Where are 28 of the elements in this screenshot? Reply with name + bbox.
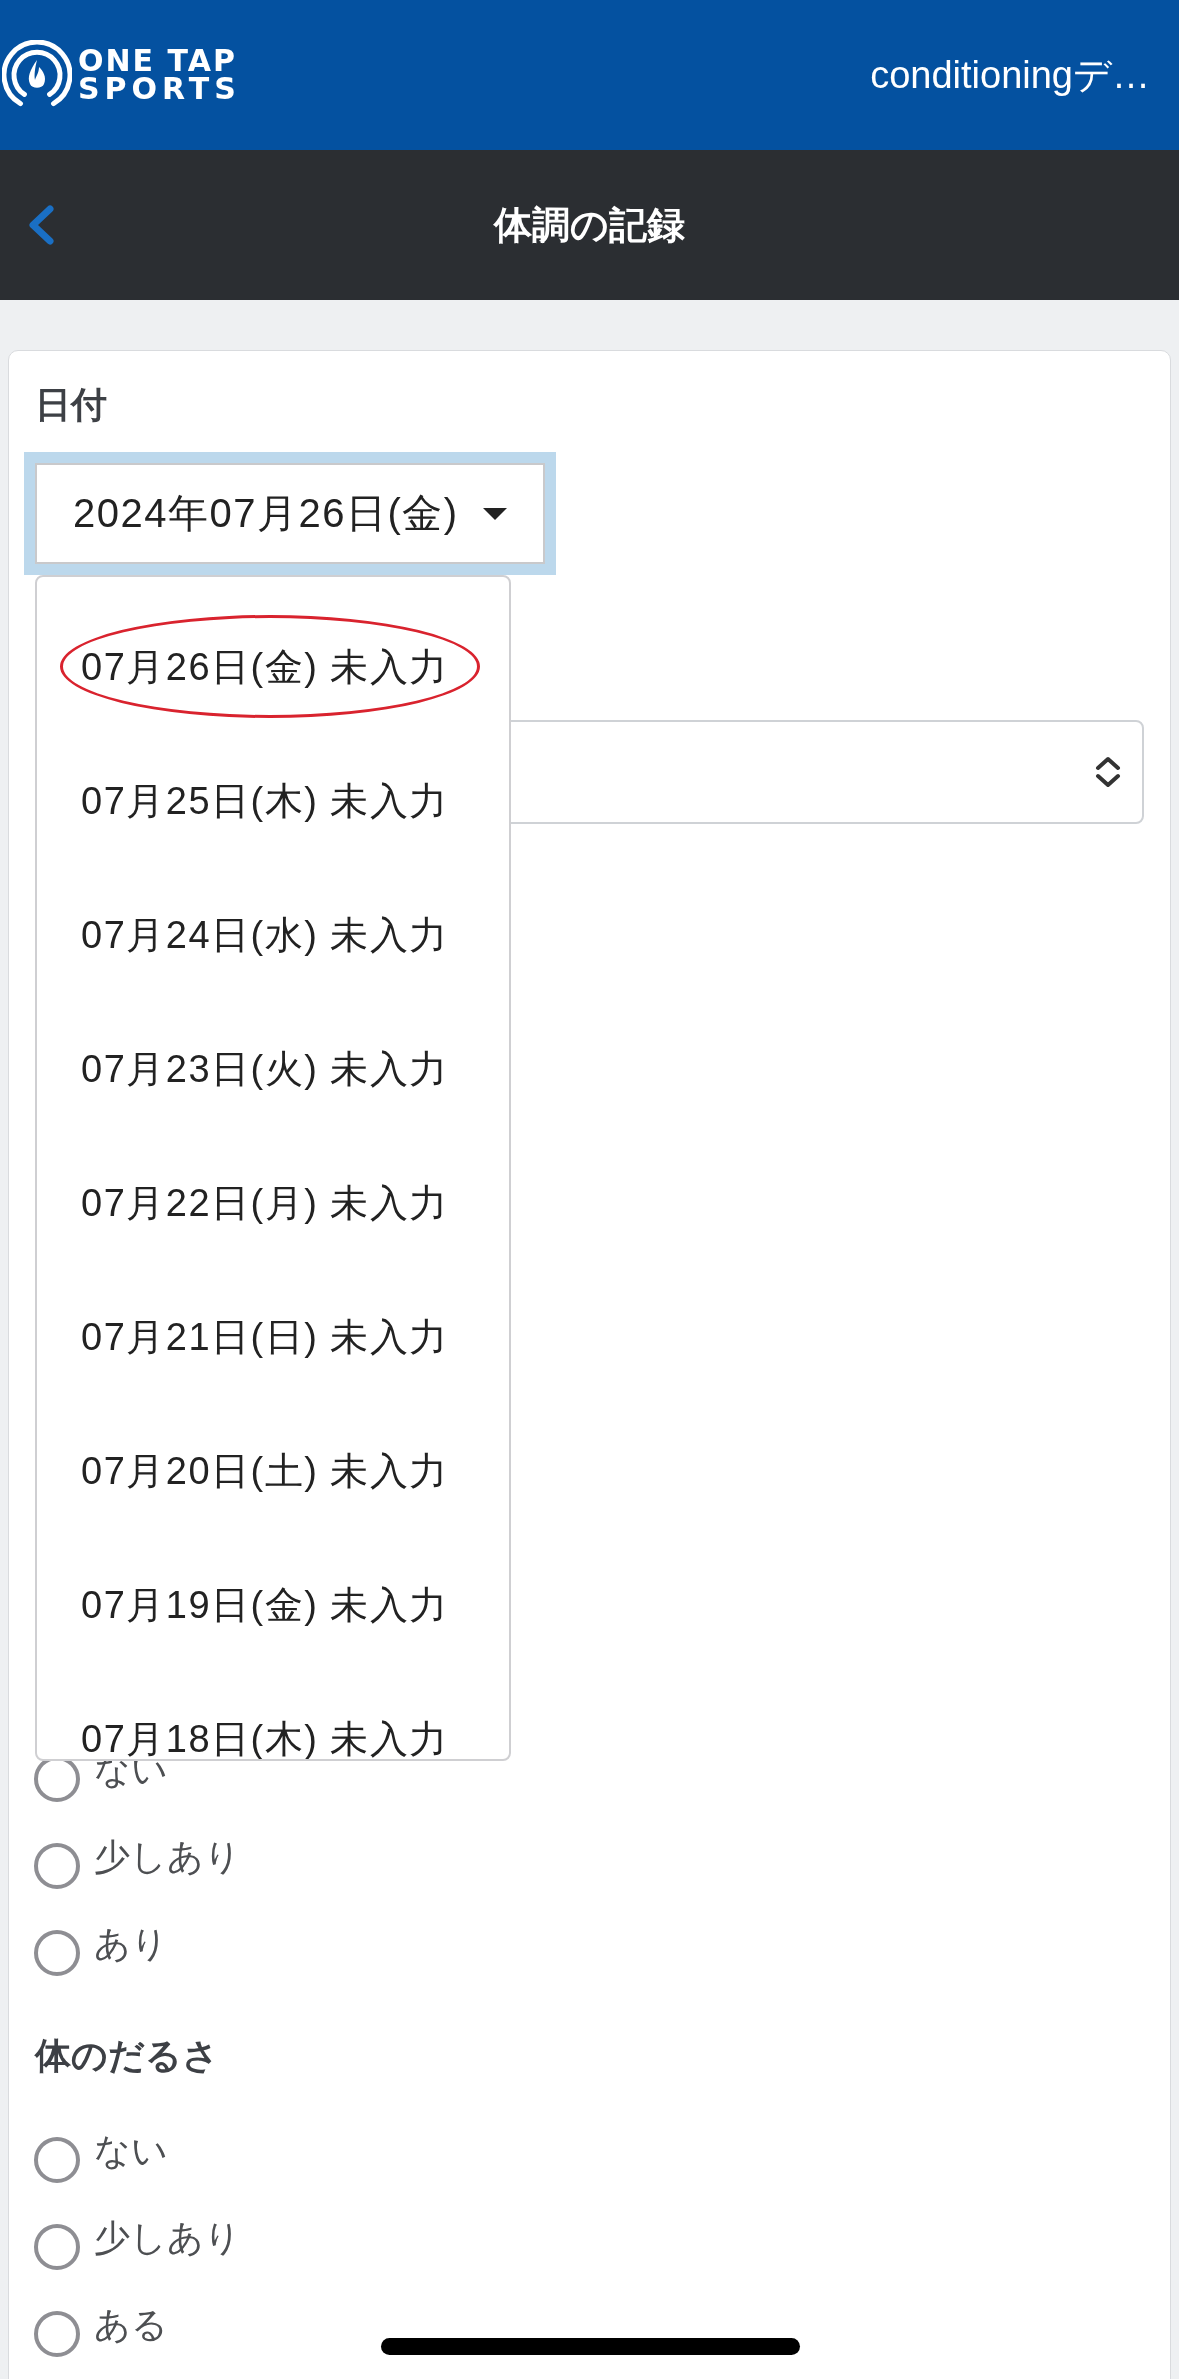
date-option[interactable]: 07月25日(木) 未入力	[81, 779, 449, 823]
logo-text: ONE TAP	[78, 47, 238, 75]
up-down-icon	[1094, 755, 1122, 789]
field-label: 日付	[35, 385, 107, 425]
radio-button[interactable]	[34, 1843, 80, 1889]
date-select[interactable]: 2024年07月26日(金)	[24, 452, 556, 575]
option-label: 少しあり	[94, 1837, 241, 1877]
option-label: ない	[94, 2131, 168, 2171]
question-label: 体のだるさ	[35, 2036, 219, 2076]
date-option[interactable]: 07月22日(月) 未入力	[81, 1181, 449, 1225]
date-option[interactable]: 07月20日(土) 未入力	[81, 1449, 449, 1493]
radio-button[interactable]	[34, 2311, 80, 2357]
date-option[interactable]: 07月26日(金) 未入力	[81, 645, 449, 689]
back-icon[interactable]	[26, 204, 56, 246]
radio-button[interactable]	[34, 1930, 80, 1976]
radio-button[interactable]	[34, 2224, 80, 2270]
header-title: conditioningデ…	[870, 52, 1150, 98]
caret-icon	[483, 507, 507, 520]
date-option[interactable]: 07月19日(金) 未入力	[81, 1583, 449, 1627]
date-option[interactable]: 07月21日(日) 未入力	[81, 1315, 449, 1359]
logo-text: SPORTS	[78, 75, 241, 103]
date-option[interactable]: 07月23日(火) 未入力	[81, 1047, 449, 1091]
option-label: ある	[94, 2305, 168, 2345]
option-label: あり	[94, 1924, 168, 1964]
option-label: 少しあり	[94, 2218, 241, 2258]
page-title: 体調の記録	[494, 202, 685, 248]
radio-button[interactable]	[34, 2137, 80, 2183]
date-option[interactable]: 07月24日(水) 未入力	[81, 913, 449, 957]
